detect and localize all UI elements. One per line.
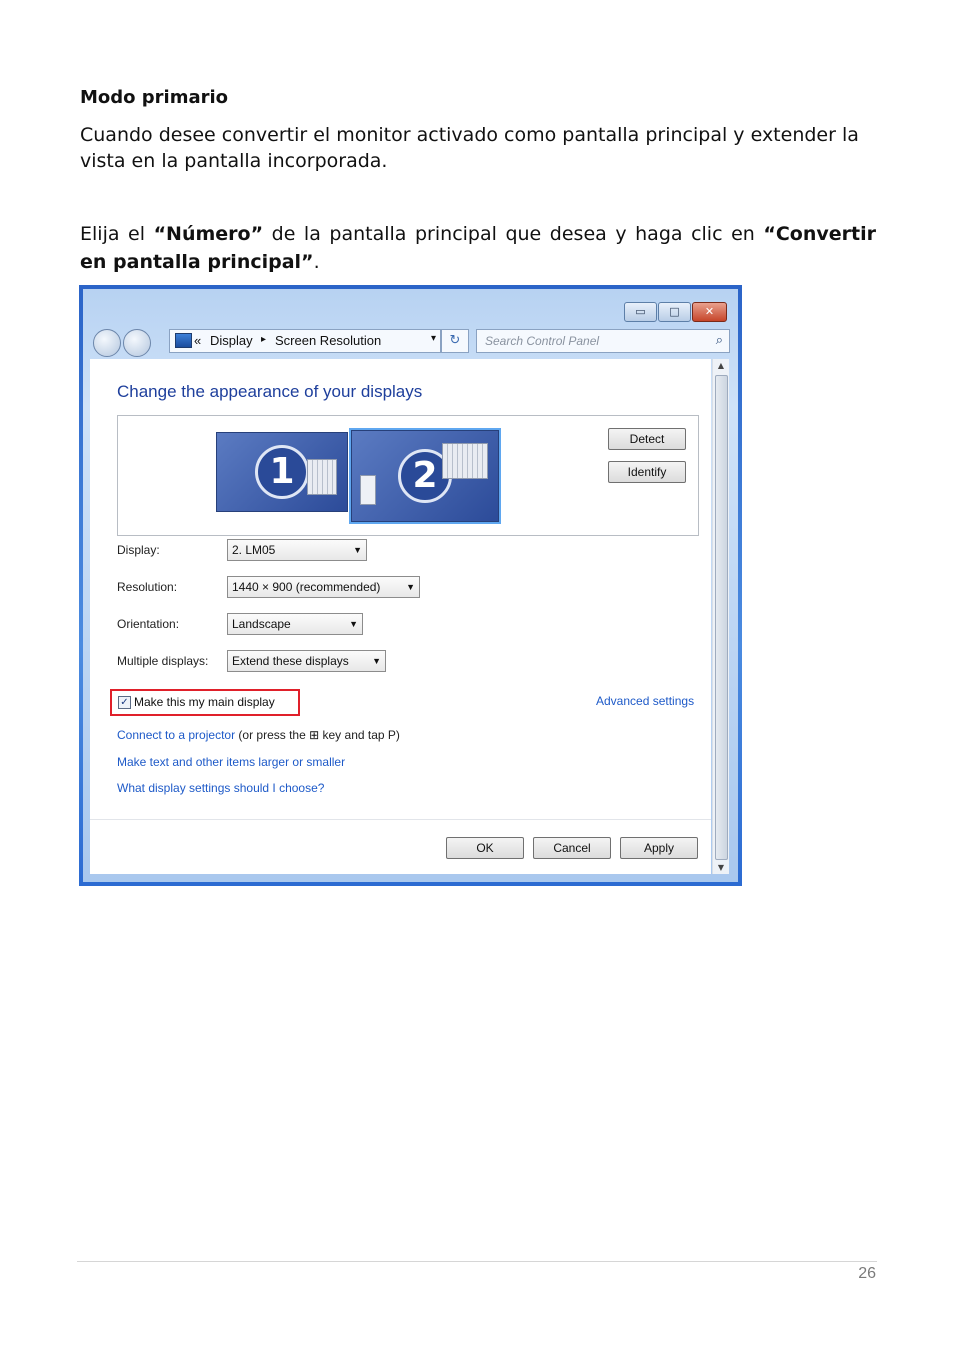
projector-line: Connect to a projector (or press the ⊞ k… xyxy=(117,728,400,742)
desktop-grid-icon xyxy=(307,459,337,495)
multiple-displays-select[interactable]: Extend these displays ▼ xyxy=(227,650,386,672)
display-label: Display: xyxy=(117,543,160,557)
monitor-1[interactable]: 1 xyxy=(216,432,348,512)
window-controls: ▭ □ ✕ xyxy=(623,302,727,322)
ok-button[interactable]: OK xyxy=(446,837,524,859)
instruction-text-1: Elija el xyxy=(80,223,154,245)
instruction-bold-numero: “Número” xyxy=(153,223,264,245)
chevron-down-icon: ▼ xyxy=(372,656,381,666)
connect-projector-link[interactable]: Connect to a projector xyxy=(117,728,235,742)
page-title: Change the appearance of your displays xyxy=(117,382,423,401)
breadcrumb-arrow-icon: ▸ xyxy=(261,334,267,345)
minimize-button[interactable]: ▭ xyxy=(624,302,657,322)
chevron-down-icon: ▼ xyxy=(353,545,362,555)
main-display-label[interactable]: Make this my main display xyxy=(134,695,275,709)
control-panel-icon xyxy=(175,333,192,348)
search-icon[interactable]: ⌕ xyxy=(716,332,723,348)
intro-paragraph: Cuando desee convertir el monitor activa… xyxy=(80,124,859,172)
orientation-value: Landscape xyxy=(232,617,291,631)
vertical-scrollbar[interactable]: ▲ ▼ xyxy=(712,359,729,874)
resolution-label: Resolution: xyxy=(117,580,178,594)
document-icon xyxy=(360,475,376,505)
back-button[interactable] xyxy=(93,329,121,357)
instruction-text-3: . xyxy=(313,251,320,273)
window-frame: ▭ □ ✕ « Display ▸ Screen Resolution ▾ ↻ … xyxy=(83,289,738,882)
maximize-button[interactable]: □ xyxy=(658,302,691,322)
page-number: 26 xyxy=(858,1265,876,1282)
display-value: 2. LM05 xyxy=(232,543,276,557)
chevron-down-icon: ▼ xyxy=(406,582,415,592)
address-dropdown-icon[interactable]: ▾ xyxy=(431,333,436,344)
refresh-button[interactable]: ↻ xyxy=(441,329,469,353)
advanced-settings-link[interactable]: Advanced settings xyxy=(596,694,694,708)
section-heading: Modo primario xyxy=(80,87,229,108)
main-display-highlight: ✓ Make this my main display xyxy=(110,689,300,716)
close-icon: ✕ xyxy=(704,305,715,318)
button-bar-divider xyxy=(90,819,711,820)
breadcrumb-display[interactable]: Display xyxy=(210,333,253,348)
windows-key-icon: ⊞ xyxy=(309,728,320,742)
scroll-up-icon[interactable]: ▲ xyxy=(713,361,729,370)
text-size-link[interactable]: Make text and other items larger or smal… xyxy=(117,755,345,769)
cancel-button[interactable]: Cancel xyxy=(533,837,611,859)
content-pane: Change the appearance of your displays 1… xyxy=(90,359,711,874)
resolution-value: 1440 × 900 (recommended) xyxy=(232,580,381,594)
display-preview: 1 2 Detect Identify xyxy=(117,415,699,536)
instruction-text-2: de la pantalla principal que desea y hag… xyxy=(263,223,764,245)
address-bar[interactable]: « Display ▸ Screen Resolution ▾ xyxy=(169,329,441,353)
close-button[interactable]: ✕ xyxy=(692,302,727,322)
detect-button[interactable]: Detect xyxy=(608,428,686,450)
orientation-label: Orientation: xyxy=(117,617,180,631)
footer-divider xyxy=(77,1261,877,1262)
apply-button[interactable]: Apply xyxy=(620,837,698,859)
forward-button[interactable] xyxy=(123,329,151,357)
projector-hint-a: (or press the xyxy=(235,728,310,742)
display-help-link[interactable]: What display settings should I choose? xyxy=(117,781,324,795)
orientation-select[interactable]: Landscape ▼ xyxy=(227,613,363,635)
minimize-icon: ▭ xyxy=(635,305,646,318)
instruction-paragraph: Elija el “Número” de la pantalla princip… xyxy=(80,220,876,276)
desktop-grid-icon xyxy=(442,443,488,479)
multiple-displays-value: Extend these displays xyxy=(232,654,349,668)
maximize-icon: □ xyxy=(669,305,680,318)
display-select[interactable]: 2. LM05 ▼ xyxy=(227,539,367,561)
identify-button[interactable]: Identify xyxy=(608,461,686,483)
monitor-number-badge: 1 xyxy=(255,445,309,499)
breadcrumb-chevrons[interactable]: « xyxy=(194,333,201,348)
chevron-down-icon: ▼ xyxy=(349,619,358,629)
multiple-displays-label: Multiple displays: xyxy=(117,654,209,668)
main-display-checkbox[interactable]: ✓ xyxy=(118,696,131,709)
screen-resolution-window: ▭ □ ✕ « Display ▸ Screen Resolution ▾ ↻ … xyxy=(79,285,742,886)
search-placeholder: Search Control Panel xyxy=(485,334,600,348)
breadcrumb-screen-resolution[interactable]: Screen Resolution xyxy=(275,333,381,348)
resolution-select[interactable]: 1440 × 900 (recommended) ▼ xyxy=(227,576,420,598)
scroll-thumb[interactable] xyxy=(715,375,728,860)
search-input[interactable]: Search Control Panel ⌕ xyxy=(476,329,730,353)
scroll-down-icon[interactable]: ▼ xyxy=(713,863,729,872)
projector-hint-b: key and tap P) xyxy=(319,728,400,742)
monitor-2[interactable]: 2 xyxy=(349,428,501,524)
